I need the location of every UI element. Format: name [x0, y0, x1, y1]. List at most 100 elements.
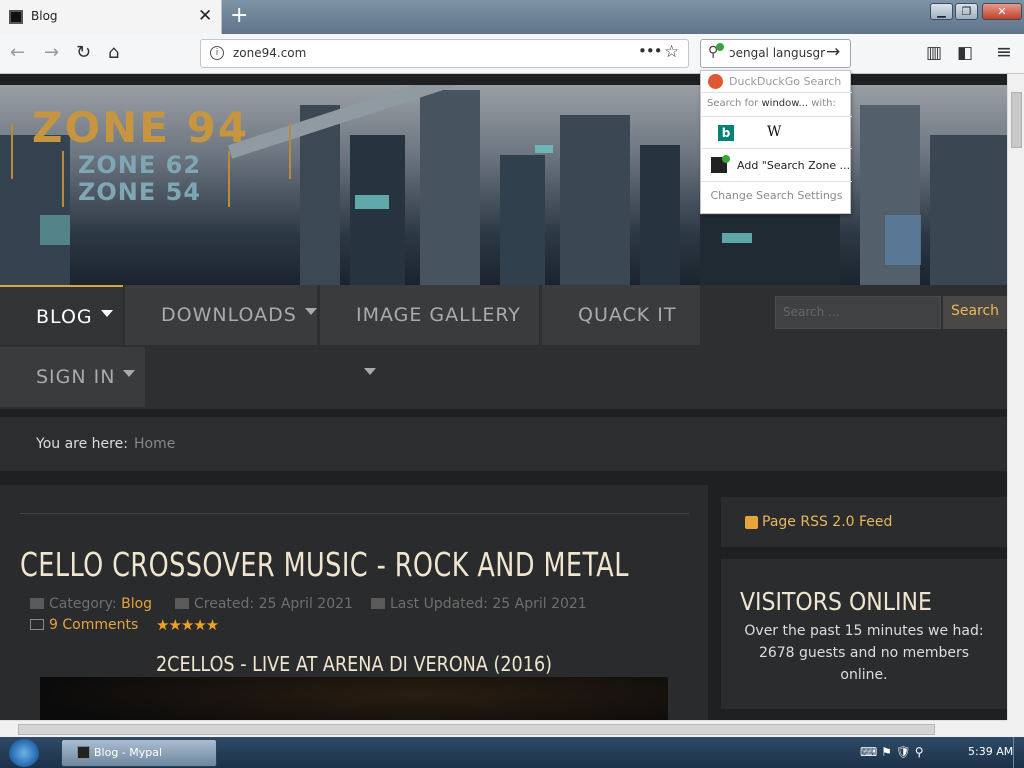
- current-engine-label: DuckDuckGo Search: [729, 75, 842, 88]
- reload-icon[interactable]: ↻: [76, 42, 91, 63]
- video-title: 2CELLOS - LIVE AT ARENA DI VERONA (2016): [155, 652, 553, 676]
- sidebar-toggle-icon[interactable]: ◧: [957, 43, 973, 63]
- breadcrumb-label: You are here:: [36, 436, 128, 452]
- menu-label: IMAGE GALLERY: [356, 304, 521, 326]
- system-tray[interactable]: ⌨ ⚑ 🛡 ⚲: [860, 745, 924, 759]
- visitors-module: VISITORS ONLINE Over the past 15 minutes…: [721, 559, 1007, 709]
- divider: [701, 116, 852, 117]
- change-search-settings-item[interactable]: Change Search Settings: [701, 189, 852, 202]
- site-banner: ZONE 94 ZONE 62 ZONE 54: [0, 85, 1007, 285]
- logo-sub2: ZONE 54: [78, 178, 202, 206]
- calendar-icon: [175, 598, 189, 609]
- logo-sub1: ZONE 62: [78, 151, 202, 179]
- menu-label: DOWNLOADS: [161, 304, 297, 326]
- rss-feed-link[interactable]: Page RSS 2.0 Feed: [762, 514, 892, 530]
- divider: [701, 92, 852, 93]
- taskbar-window-button[interactable]: Blog - Mypal: [61, 739, 217, 767]
- created-text: Created: 25 April 2021: [194, 596, 353, 612]
- comment-icon: [30, 619, 44, 630]
- add-engine-badge-icon: [716, 43, 724, 51]
- search-query-text[interactable]: ɔengal langusgr: [729, 46, 825, 60]
- restore-button[interactable]: ❐: [955, 3, 978, 20]
- duckduckgo-icon: [708, 74, 723, 89]
- divider: [701, 148, 852, 149]
- breadcrumb-home-link[interactable]: Home: [134, 436, 175, 452]
- menu-item-image-gallery[interactable]: IMAGE GALLERY: [320, 285, 539, 375]
- tab-blog[interactable]: Blog ✕: [0, 0, 222, 34]
- site-logo-sub: ZONE 62 ZONE 54: [78, 152, 201, 206]
- updated-text: Last Updated: 25 April 2021: [390, 596, 587, 612]
- main-menu: BLOG DOWNLOADS IMAGE GALLERY QUACK IT SI…: [0, 285, 1007, 409]
- page-actions-icon[interactable]: •••: [638, 42, 663, 60]
- rss-module: Page RSS 2.0 Feed: [721, 497, 1007, 547]
- scroll-corner: [1007, 720, 1024, 737]
- url-text[interactable]: zone94.com: [233, 46, 306, 60]
- article-category: Category: Blog: [30, 596, 152, 612]
- scroll-thumb[interactable]: [1011, 92, 1022, 148]
- caret-down-icon: [100, 310, 113, 317]
- video-player[interactable]: [40, 677, 668, 720]
- start-button[interactable]: [9, 739, 39, 767]
- site-info-icon[interactable]: i: [210, 46, 224, 60]
- vertical-scrollbar[interactable]: [1007, 74, 1024, 720]
- bing-engine-icon[interactable]: b: [718, 125, 734, 141]
- forward-arrow-icon[interactable]: →: [44, 42, 59, 63]
- created-date: Created: 25 April 2021: [175, 596, 353, 612]
- rss-icon: [745, 516, 758, 529]
- visitors-text: Over the past 15 minutes we had: 2678 gu…: [744, 623, 984, 683]
- category-label: Category:: [49, 596, 117, 612]
- add-search-engine-item[interactable]: Add "Search Zone ...: [737, 159, 850, 172]
- menu-label: SIGN IN: [36, 366, 116, 388]
- tab-title: Blog: [31, 9, 58, 23]
- category-link[interactable]: Blog: [121, 596, 152, 612]
- bookmark-star-icon[interactable]: ☆: [664, 42, 679, 62]
- hamburger-menu-icon[interactable]: ≡: [996, 41, 1012, 63]
- menu-item-quack-it[interactable]: QUACK IT: [542, 285, 700, 345]
- search-for-suffix: with:: [811, 98, 836, 109]
- scroll-thumb[interactable]: [18, 724, 935, 735]
- caret-down-icon: [364, 368, 376, 375]
- caret-down-icon: [304, 308, 317, 315]
- add-plus-icon: [722, 155, 730, 163]
- folder-icon: [30, 598, 44, 609]
- tab-strip: Blog ✕ + ▁ ❐ ✕: [0, 0, 1024, 34]
- minimize-button[interactable]: ▁: [930, 3, 953, 20]
- window-close-button[interactable]: ✕: [982, 3, 1022, 20]
- menu-item-blog[interactable]: BLOG: [0, 285, 123, 345]
- show-desktop-button[interactable]: [1013, 737, 1024, 768]
- library-icon[interactable]: ▥: [926, 43, 942, 63]
- menu-item-sign-in[interactable]: SIGN IN: [0, 347, 145, 407]
- search-bar[interactable]: ⚲ ɔengal langusgr →: [700, 39, 851, 68]
- search-go-arrow-icon[interactable]: →: [826, 42, 840, 62]
- site-search-button[interactable]: Search: [943, 296, 1007, 329]
- site-search-input[interactable]: Search ...: [775, 296, 941, 329]
- comments-text: 9 Comments: [49, 617, 139, 633]
- site-logo[interactable]: ZONE 94: [32, 103, 249, 152]
- site-favicon-icon: [9, 10, 23, 24]
- article: CELLO CROSSOVER MUSIC - ROCK AND METAL C…: [0, 485, 708, 720]
- menu-label: QUACK IT: [578, 304, 677, 326]
- caret-down-icon: [123, 370, 136, 377]
- back-arrow-icon[interactable]: ←: [10, 42, 25, 63]
- divider: [701, 181, 852, 182]
- web-page: ZONE 94 ZONE 62 ZONE 54 BLOG DOWNLOADS IM…: [0, 74, 1007, 720]
- search-suggestions-popup: DuckDuckGo Search Search for window... w…: [700, 70, 852, 214]
- breadcrumb: You are here: Home: [0, 417, 1007, 471]
- menu-label: BLOG: [36, 306, 93, 328]
- horizontal-scrollbar[interactable]: [0, 720, 1007, 737]
- close-tab-icon[interactable]: ✕: [198, 6, 212, 26]
- comments-link[interactable]: 9 Comments: [30, 617, 138, 633]
- calendar-icon: [371, 598, 385, 609]
- divider: [20, 513, 689, 514]
- clock[interactable]: 5:39 AM: [968, 745, 1013, 758]
- menu-item-downloads[interactable]: DOWNLOADS: [125, 285, 317, 345]
- taskbar: Blog - Mypal ⌨ ⚑ 🛡 ⚲ 5:39 AM: [0, 737, 1024, 768]
- search-for-term: window...: [761, 98, 809, 109]
- wikipedia-engine-icon[interactable]: W: [767, 124, 781, 140]
- article-title[interactable]: CELLO CROSSOVER MUSIC - ROCK AND METAL: [20, 545, 629, 584]
- rating-stars[interactable]: ★★★★★: [156, 616, 219, 634]
- new-tab-button[interactable]: +: [230, 3, 248, 28]
- home-icon[interactable]: ⌂: [108, 42, 119, 63]
- address-bar[interactable]: i zone94.com ••• ☆: [200, 39, 689, 68]
- updated-date: Last Updated: 25 April 2021: [371, 596, 587, 612]
